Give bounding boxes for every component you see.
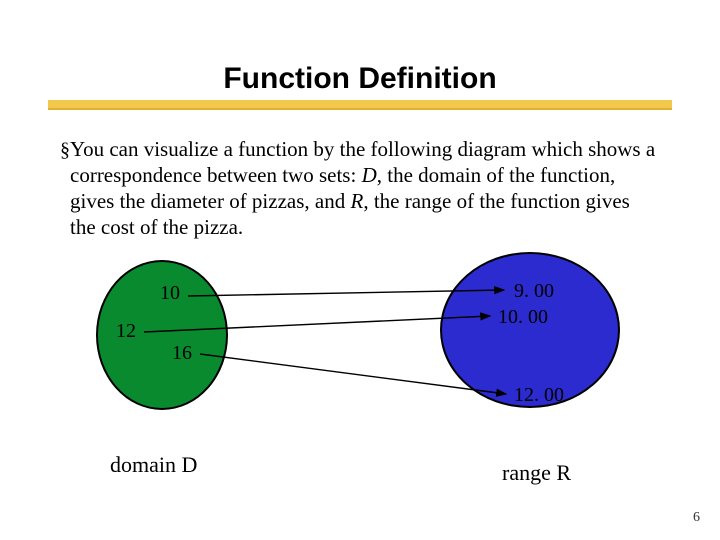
domain-value-12: 12 — [116, 320, 136, 343]
domain-value-16: 16 — [172, 342, 192, 365]
bullet-icon: § — [60, 136, 70, 240]
range-value-12: 12. 00 — [514, 384, 564, 407]
domain-caption-text: domain — [110, 452, 182, 477]
range-value-10: 10. 00 — [498, 306, 548, 329]
range-value-9: 9. 00 — [514, 280, 554, 303]
range-caption-var: R — [556, 460, 571, 485]
domain-caption-var: D — [182, 452, 198, 477]
domain-value-10: 10 — [160, 282, 180, 305]
domain-caption: domain D — [110, 452, 197, 478]
range-caption: range R — [502, 460, 571, 486]
mapping-diagram: 10 12 16 9. 00 10. 00 12. 00 domain D ra… — [0, 260, 720, 490]
slide: Function Definition § You can visualize … — [0, 0, 720, 540]
paragraph-wrap: § You can visualize a function by the fo… — [60, 136, 660, 240]
paragraph: You can visualize a function by the foll… — [70, 136, 660, 240]
slide-number: 6 — [693, 510, 700, 526]
range-caption-text: range — [502, 460, 556, 485]
title-underline — [48, 100, 672, 108]
slide-title: Function Definition — [0, 62, 720, 96]
